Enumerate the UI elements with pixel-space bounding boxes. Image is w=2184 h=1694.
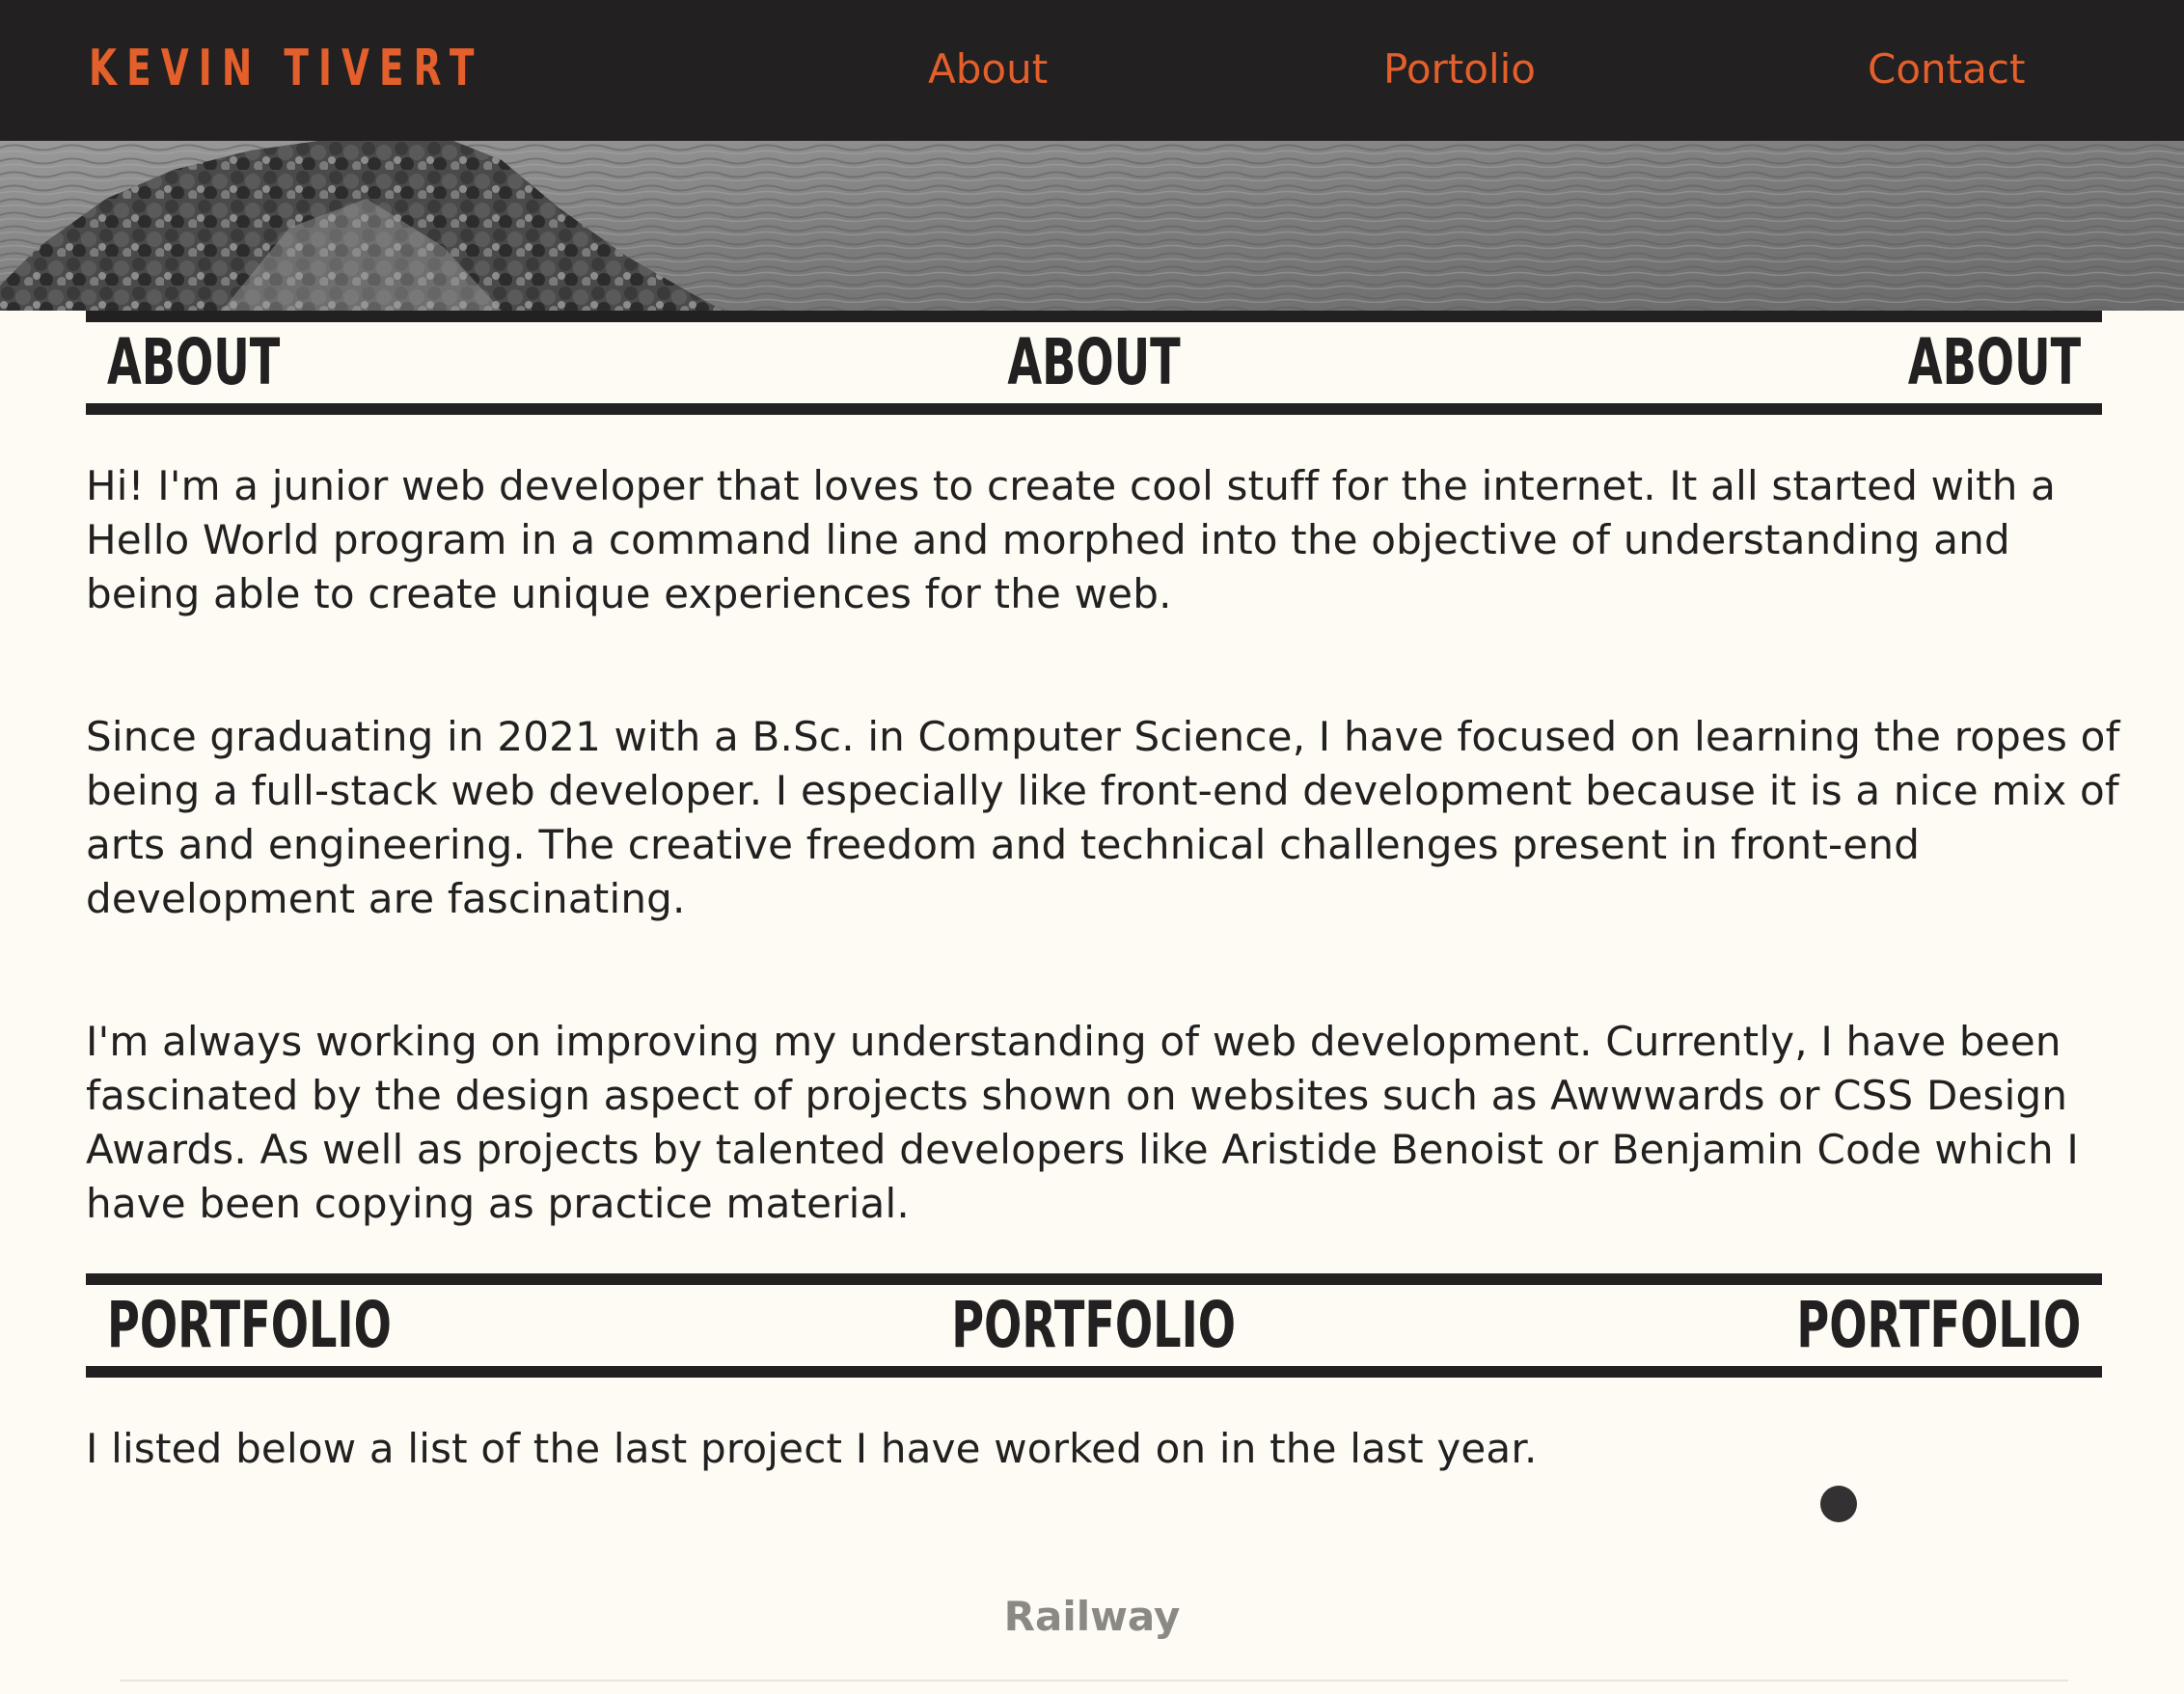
navbar: KEVIN TIVERT About Portolio Contact	[0, 0, 2184, 141]
nav-link-portfolio[interactable]: Portolio	[1383, 42, 1536, 96]
portfolio-heading-center: PORTFOLIO	[951, 1288, 1237, 1362]
about-heading-left: ABOUT	[107, 325, 281, 399]
portfolio-heading-bar: PORTFOLIO PORTFOLIO PORTFOLIO	[86, 1273, 2102, 1378]
nav-link-about[interactable]: About	[928, 42, 1048, 96]
project-item-railway[interactable]: Railway	[0, 1590, 2184, 1644]
about-paragraph-2: Since graduating in 2021 with a B.Sc. in…	[86, 713, 2120, 922]
about-heading-right: ABOUT	[1907, 325, 2081, 399]
about-paragraph-3: I'm always working on improving my under…	[86, 1018, 2079, 1227]
portfolio-heading-right: PORTFOLIO	[1796, 1288, 2081, 1362]
portfolio-intro: I listed below a list of the last projec…	[86, 1425, 1538, 1472]
nav-link-contact[interactable]: Contact	[1868, 42, 2025, 96]
project-divider	[120, 1680, 2068, 1681]
brand-logo[interactable]: KEVIN TIVERT	[89, 37, 484, 100]
hero-image	[0, 141, 2184, 311]
about-paragraph-1: Hi! I'm a junior web developer that love…	[86, 462, 2057, 617]
portfolio-heading-left: PORTFOLIO	[107, 1288, 392, 1362]
about-heading-bar: ABOUT ABOUT ABOUT	[86, 311, 2102, 415]
about-heading-center: ABOUT	[1007, 325, 1181, 399]
custom-cursor-dot	[1820, 1486, 1857, 1522]
